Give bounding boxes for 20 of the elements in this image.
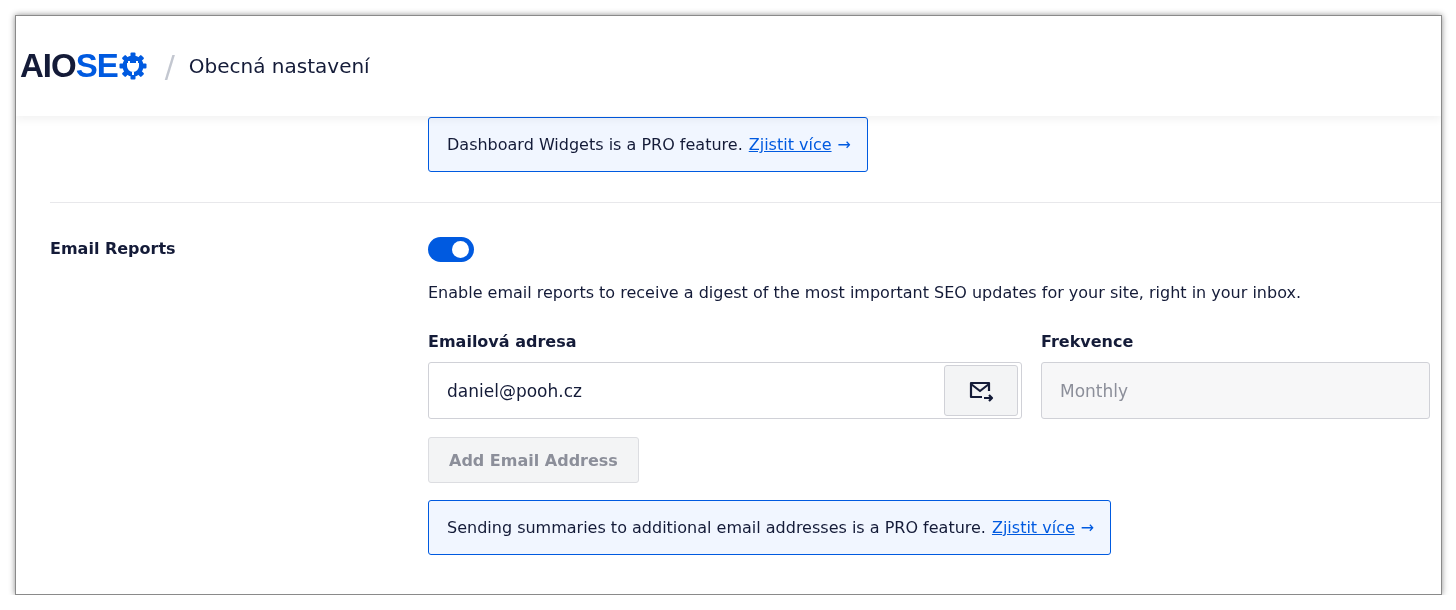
notice-text: Dashboard Widgets is a PRO feature. — [447, 135, 743, 154]
setting-label: Email Reports — [50, 238, 177, 260]
field-label: Frekvence — [1041, 332, 1135, 351]
toggle-switch[interactable] — [428, 237, 474, 262]
breadcrumb-separator: / — [164, 48, 175, 84]
arrow-icon: → — [1080, 518, 1095, 537]
notice-text: Sending summaries to additional email addresses is a PRO feature. — [447, 518, 986, 537]
setting-description: Enable email reports to receive a digest of the most important SEO updates for your site, right in your inbox. — [428, 283, 1301, 302]
field-label: Emailová adresa — [428, 332, 578, 351]
page-title: Obecná nastavení — [188, 54, 370, 78]
email-input-field[interactable]: daniel@pooh.cz — [432, 379, 944, 402]
logo-accent-text: SE — [75, 47, 118, 85]
logo-text: AIO — [20, 47, 76, 85]
mail-arrow-icon — [968, 379, 994, 402]
learn-more-link[interactable]: Zjistit více — [748, 135, 832, 154]
arrow-icon: → — [837, 135, 851, 154]
email-input-group[interactable]: daniel@pooh.cz — [428, 362, 1022, 419]
send-email-button[interactable] — [944, 365, 1018, 416]
gear-plug-icon — [118, 52, 147, 80]
learn-more-link[interactable]: Zjistit více — [991, 518, 1075, 537]
